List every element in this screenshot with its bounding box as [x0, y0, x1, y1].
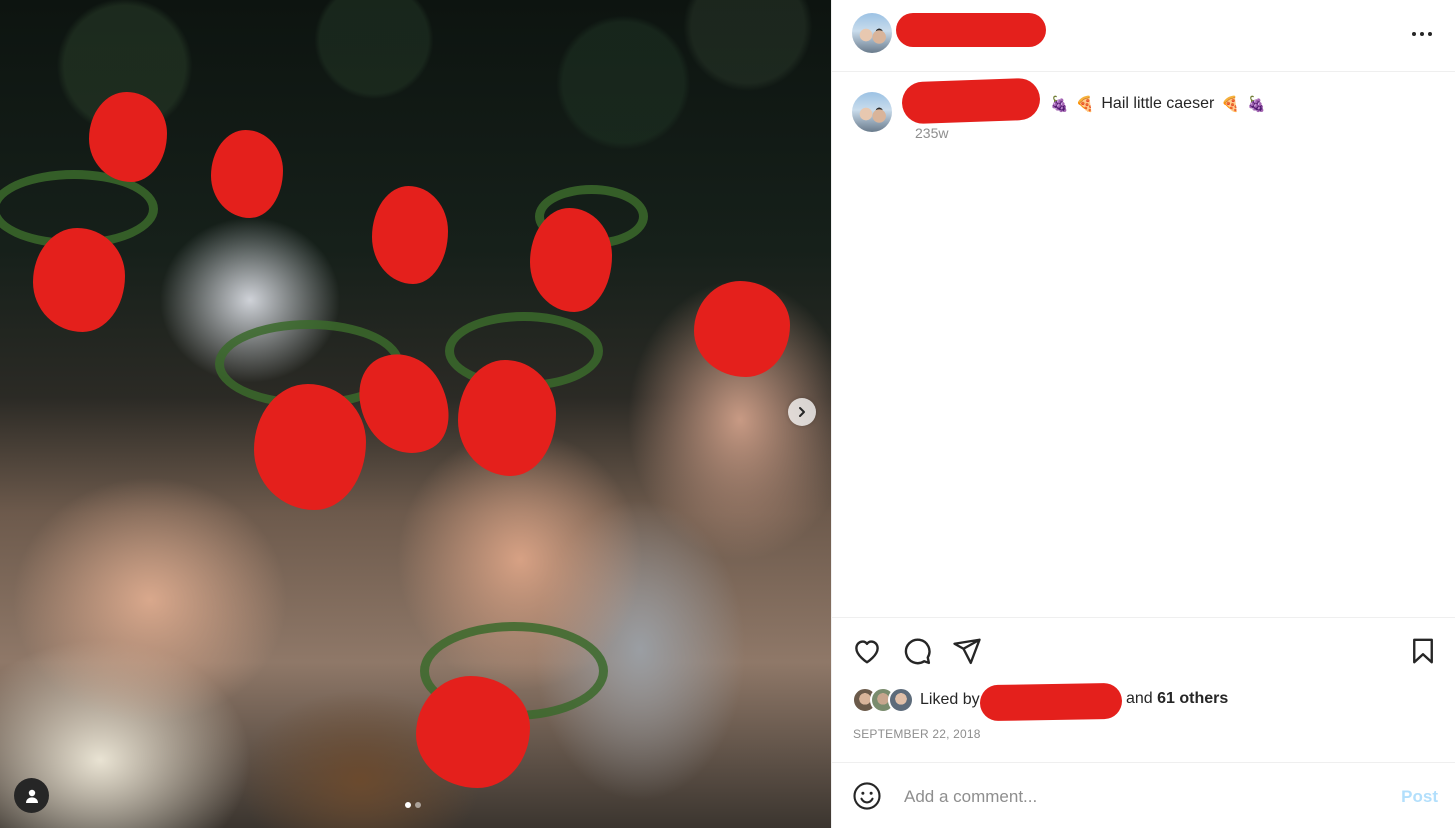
likes-others: and 61 others: [1126, 690, 1228, 708]
caption-author-avatar[interactable]: [852, 92, 892, 132]
tagged-users-icon[interactable]: [14, 778, 49, 813]
and-label: and: [1126, 690, 1153, 707]
author-avatar[interactable]: [852, 13, 892, 53]
chevron-right-icon: [799, 407, 805, 417]
next-slide-button[interactable]: [788, 398, 816, 426]
face-redaction: [530, 208, 612, 312]
pizza-emoji: 🍕: [1075, 95, 1095, 113]
caption-timestamp[interactable]: 235w: [915, 125, 948, 141]
caption-text-line: 🍇 🍕 Hail little caeser 🍕 🍇: [1050, 95, 1266, 113]
grapes-emoji: 🍇: [1247, 95, 1266, 113]
bookmark-icon[interactable]: [1408, 636, 1438, 666]
comment-input[interactable]: [902, 783, 1346, 811]
face-redaction: [254, 384, 366, 510]
face-redaction: [372, 186, 448, 284]
face-redaction: [89, 92, 167, 182]
post-photo[interactable]: [0, 0, 831, 828]
comment-icon[interactable]: [902, 636, 932, 666]
liked-by-label: Liked by: [920, 691, 980, 708]
face-redaction: [416, 676, 530, 788]
face-redaction: [694, 281, 790, 377]
carousel-dot: [415, 802, 421, 808]
caption-text: Hail little caeser: [1101, 95, 1215, 112]
paper-plane-icon[interactable]: [952, 636, 982, 666]
more-horizontal-icon[interactable]: [1410, 24, 1434, 44]
others-count-link[interactable]: 61 others: [1157, 690, 1228, 707]
grapes-emoji: 🍇: [1050, 95, 1069, 113]
liker-avatar: [888, 687, 914, 713]
post-header: [832, 0, 1455, 72]
post-date[interactable]: SEPTEMBER 22, 2018: [853, 727, 981, 741]
carousel-dot-active: [405, 802, 411, 808]
smiley-icon[interactable]: [852, 781, 882, 811]
face-redaction: [211, 130, 283, 218]
post-comment-button[interactable]: Post: [1401, 787, 1438, 807]
liked-by-redaction: [979, 682, 1123, 722]
username-redaction: [896, 13, 1046, 47]
likes-summary: Liked by: [852, 686, 984, 714]
face-redaction: [33, 228, 125, 332]
action-bar: [832, 617, 1455, 665]
post-side-panel: 🍇 🍕 Hail little caeser 🍕 🍇 235w Liked by…: [831, 0, 1455, 828]
carousel-indicator: [405, 802, 421, 808]
face-redaction: [458, 360, 556, 476]
caption-username-redaction: [901, 77, 1041, 125]
heart-icon[interactable]: [852, 636, 882, 666]
pizza-emoji: 🍕: [1221, 95, 1240, 113]
comment-bar: Post: [832, 762, 1455, 829]
